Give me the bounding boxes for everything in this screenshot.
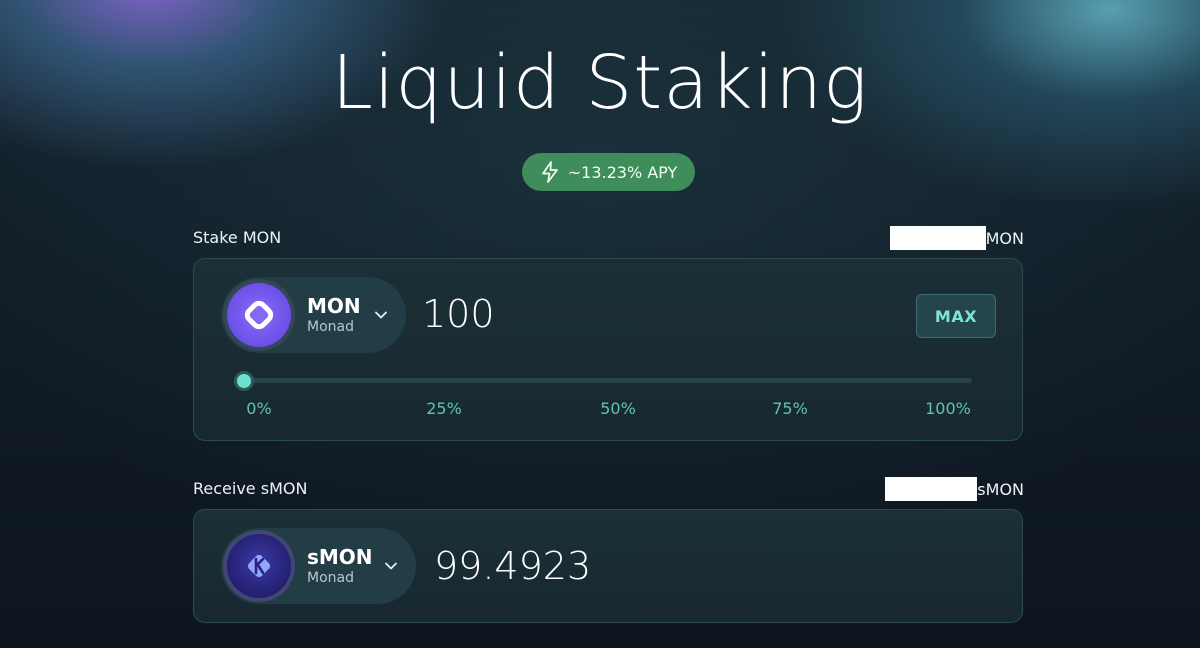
slider-tick-75[interactable]: 75% xyxy=(772,399,808,418)
slider-tick-50[interactable]: 50% xyxy=(600,399,636,418)
apy-text: ~13.23% APY xyxy=(567,162,678,182)
smon-logo-icon xyxy=(227,534,291,598)
receive-token-symbol: sMON xyxy=(307,545,373,569)
slider-tick-25[interactable]: 25% xyxy=(426,399,462,418)
stake-label: Stake MON xyxy=(193,228,282,247)
receive-amount: 99.4923 xyxy=(434,544,592,588)
chevron-down-icon xyxy=(374,307,388,326)
receive-balance: sMON xyxy=(885,477,1024,501)
receive-balance-unit: sMON xyxy=(977,479,1024,499)
apy-badge: ~13.23% APY xyxy=(522,153,695,191)
stake-amount-input[interactable]: 100 xyxy=(422,292,495,336)
monad-logo-icon xyxy=(227,283,291,347)
stake-token-symbol: MON xyxy=(307,294,361,318)
slider-tick-0[interactable]: 0% xyxy=(246,399,271,418)
max-button[interactable]: MAX xyxy=(916,294,996,338)
stake-card: MON Monad 100 MAX 0% 25% 50% 75% 100% xyxy=(193,258,1023,441)
stake-balance-unit: MON xyxy=(985,228,1024,248)
lightning-icon xyxy=(540,161,560,183)
chevron-down-icon xyxy=(384,558,398,577)
receive-label: Receive sMON xyxy=(193,479,308,498)
receive-token-selector[interactable]: sMON Monad xyxy=(221,528,416,604)
redacted-balance xyxy=(889,226,986,250)
stake-token-name: Monad xyxy=(307,319,354,335)
stake-slider-track[interactable] xyxy=(244,378,972,383)
receive-card: sMON Monad 99.4923 xyxy=(193,509,1023,623)
slider-tick-100[interactable]: 100% xyxy=(925,399,971,418)
stake-token-selector[interactable]: MON Monad xyxy=(221,277,406,353)
stake-balance: MON xyxy=(889,226,1024,250)
receive-token-name: Monad xyxy=(307,570,354,586)
page-title: Liquid Staking xyxy=(331,40,869,126)
stake-slider-thumb[interactable] xyxy=(234,371,254,391)
redacted-balance xyxy=(885,477,978,501)
